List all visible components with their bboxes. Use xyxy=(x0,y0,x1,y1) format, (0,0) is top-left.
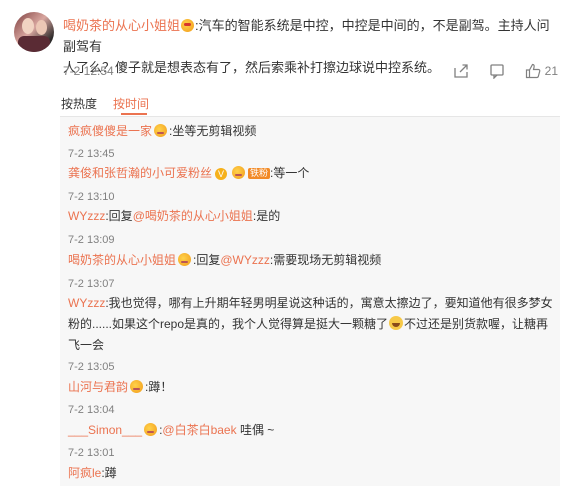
comment-text-line-2: 人了么？傻子就是想表态有了，然后索乘补打擦边球说中控系统。 xyxy=(63,60,441,75)
reply-item: 阿疯le:蹲 xyxy=(68,463,554,484)
comment-icon xyxy=(489,64,504,79)
like-icon xyxy=(525,63,541,79)
reply-item: ___Simon___:@白茶白baek 哇偶 ~ xyxy=(68,420,554,441)
replies-panel: 疯疯傻傻是一家 :坐等无剪辑视频 7-2 13:45 龚俊和张哲瀚的小可爱粉丝 V 铁… xyxy=(60,117,560,486)
laughing-emoji-icon xyxy=(389,316,404,330)
reply-item: 龚俊和张哲瀚的小可爱粉丝 V 铁粉:等一个 xyxy=(68,163,554,184)
reply-text: :坐等无剪辑视频 xyxy=(169,124,257,138)
mention-link[interactable]: @喝奶茶的从心小姐姐 xyxy=(133,209,253,223)
reply-text: :回复 xyxy=(193,253,221,267)
reply-time: 7-2 13:05 xyxy=(68,361,115,373)
user-avatar[interactable] xyxy=(14,12,54,52)
reply-item: 疯疯傻傻是一家 :坐等无剪辑视频 xyxy=(68,121,554,142)
emoji-badge-icon xyxy=(232,166,246,179)
reply-text-line-1: :我也觉得，哪有上升期年轻男明星说这种话的，寓意太擦边了，要知道他有很多梦女 xyxy=(105,296,553,310)
emoji-badge-icon xyxy=(154,124,168,137)
like-button[interactable]: 21 xyxy=(525,63,558,79)
emoji-badge-icon xyxy=(144,423,158,436)
comment-time: 7-2 12:54 xyxy=(63,64,114,78)
comment-button[interactable] xyxy=(489,63,505,79)
emoji-badge-icon xyxy=(178,253,192,266)
reply-author[interactable]: WYzzz xyxy=(68,209,105,223)
reply-author[interactable]: 龚俊和张哲瀚的小可爱粉丝 xyxy=(68,166,212,180)
emoji-badge-icon xyxy=(130,380,144,393)
sort-tabs: 按热度 按时间 xyxy=(61,95,149,115)
reply-text: 哇偶 ~ xyxy=(236,423,275,437)
tab-sort-hot[interactable]: 按热度 xyxy=(61,97,97,111)
share-icon xyxy=(453,64,468,78)
reply-author[interactable]: ___Simon___ xyxy=(68,423,142,437)
reply-author[interactable]: 阿疯le xyxy=(68,466,101,480)
comment-actions: 21 xyxy=(453,63,558,79)
verified-icon: V xyxy=(215,168,228,180)
reply-author[interactable]: 山河与君韵 xyxy=(68,380,128,394)
reply-text: :需要现场无剪辑视频 xyxy=(269,253,382,267)
reply-item: 喝奶茶的从心小姐姐 :回复@WYzzz:需要现场无剪辑视频 xyxy=(68,250,554,271)
reply-time: 7-2 13:09 xyxy=(68,234,115,246)
reply-author[interactable]: 疯疯傻傻是一家 xyxy=(68,124,152,138)
reply-text: :等一个 xyxy=(270,166,310,180)
reply-item: WYzzz:我也觉得，哪有上升期年轻男明星说这种话的，寓意太擦边了，要知道他有很… xyxy=(68,293,554,356)
active-tab-underline xyxy=(121,113,147,115)
reply-item: WYzzz:回复@喝奶茶的从心小姐姐:是的 xyxy=(68,206,554,227)
mention-link[interactable]: @WYzzz xyxy=(220,253,270,267)
reply-author[interactable]: WYzzz xyxy=(68,296,105,310)
reply-time: 7-2 13:10 xyxy=(68,191,115,203)
reply-time: 7-2 13:01 xyxy=(68,447,115,459)
reply-time: 7-2 13:45 xyxy=(68,148,115,160)
like-count: 21 xyxy=(544,64,558,78)
reply-time: 7-2 13:04 xyxy=(68,404,115,416)
reply-text: :蹲 xyxy=(101,466,117,480)
reply-text: :回复 xyxy=(105,209,133,223)
reply-text-line-4: 飞一会 xyxy=(68,338,105,352)
reply-text: :蹲！ xyxy=(145,380,173,394)
emoji-badge-icon xyxy=(181,19,195,32)
reply-text-line-3: 不过还是别货款喔，让糖再 xyxy=(404,317,549,331)
reply-time: 7-2 13:07 xyxy=(68,278,115,290)
tab-sort-time[interactable]: 按时间 xyxy=(113,97,149,111)
reply-item: 山河与君韵 :蹲！ xyxy=(68,377,554,398)
share-button[interactable] xyxy=(453,63,469,79)
reply-text: :是的 xyxy=(252,209,281,223)
comment-author[interactable]: 喝奶茶的从心小姐姐 xyxy=(63,18,180,33)
fan-tag: 铁粉 xyxy=(248,168,271,179)
reply-text-line-2: 粉的......如果这个repo是真的，我个人觉得算是挺大一颗糖了 xyxy=(68,317,389,331)
mention-link[interactable]: @白茶白baek xyxy=(162,423,236,437)
reply-author[interactable]: 喝奶茶的从心小姐姐 xyxy=(68,253,176,267)
